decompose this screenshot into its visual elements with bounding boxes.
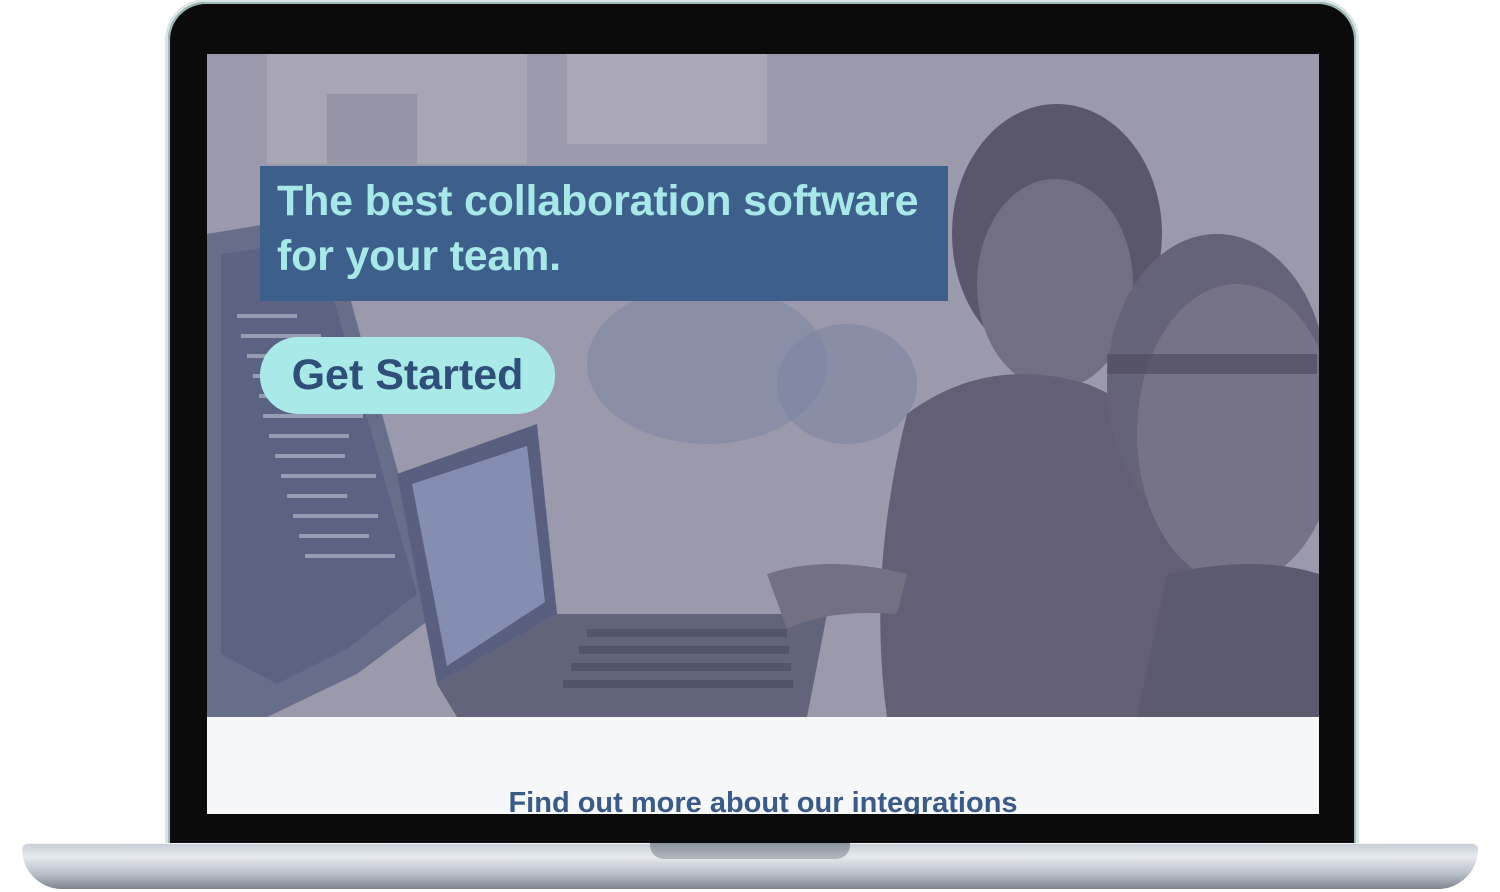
laptop-screen: The best collaboration software for your… [207, 54, 1319, 814]
hero-headline: The best collaboration software for your… [277, 177, 919, 280]
laptop-mockup: The best collaboration software for your… [0, 0, 1500, 892]
integrations-heading[interactable]: Find out more about our integrations [207, 783, 1319, 814]
laptop-hinge-notch [650, 843, 850, 859]
hero-section: The best collaboration software for your… [207, 54, 1319, 717]
headline-banner: The best collaboration software for your… [260, 166, 948, 301]
get-started-button[interactable]: Get Started [260, 337, 555, 414]
